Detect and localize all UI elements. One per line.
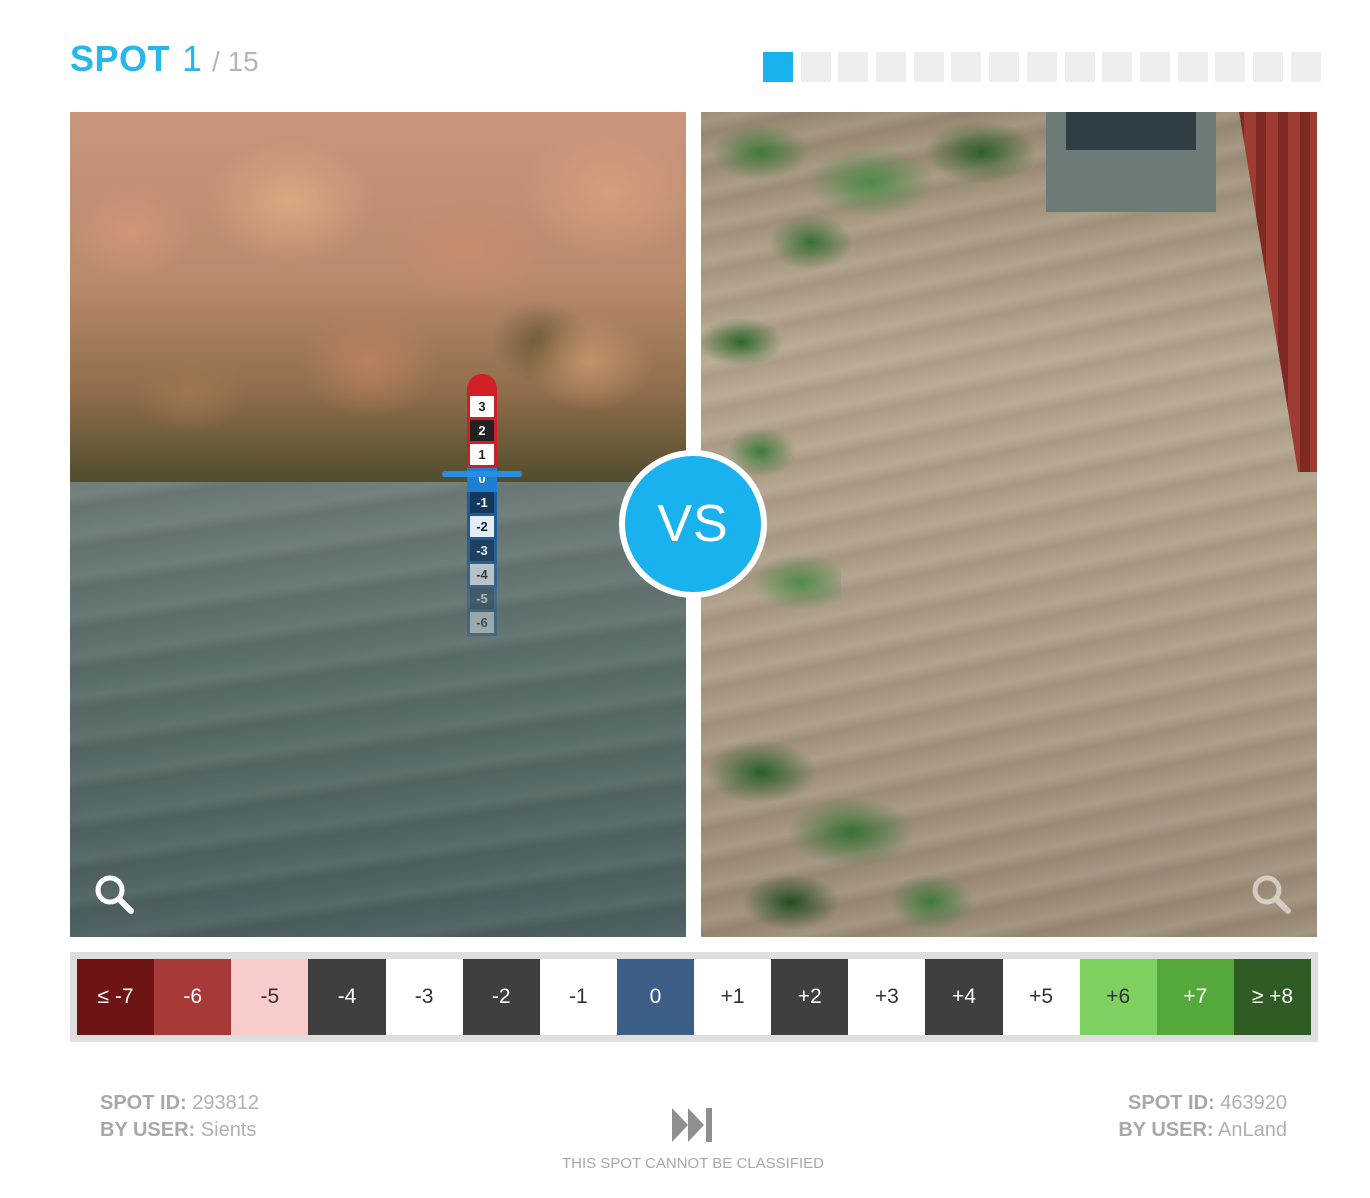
spot-id-label: SPOT ID: <box>100 1092 187 1114</box>
scale-button[interactable]: +3 <box>848 959 926 1035</box>
spot-id-value: 293812 <box>192 1092 259 1114</box>
gauge-cap <box>467 374 497 396</box>
progress-segment <box>1102 52 1133 82</box>
progress-segment <box>913 52 944 82</box>
autumn-trees <box>70 112 686 487</box>
by-user-label: BY USER: <box>100 1119 196 1141</box>
scale-button[interactable]: -5 <box>231 959 309 1035</box>
gauge-mark: 2 <box>467 420 497 444</box>
scale-button[interactable]: -3 <box>385 959 463 1035</box>
user-name: AnLand <box>1218 1119 1287 1141</box>
scale-button[interactable]: +6 <box>1079 959 1157 1035</box>
progress-segment <box>1290 52 1321 82</box>
spot-label: SPOT <box>70 38 171 79</box>
magnifier-icon[interactable] <box>1249 872 1293 916</box>
scale-button[interactable]: +2 <box>771 959 849 1035</box>
left-spot-photo[interactable]: 3 2 1 0 -1 -2 -3 -4 -5 -6 <box>70 112 686 937</box>
user-name: Sients <box>200 1119 257 1141</box>
water-level-gauge: 3 2 1 0 -1 -2 -3 -4 -5 -6 <box>442 374 522 636</box>
fast-forward-icon[interactable] <box>670 1106 716 1144</box>
foliage-top <box>701 112 1061 282</box>
left-spot-meta: SPOT ID: 293812 BY USER: Sients <box>100 1090 259 1144</box>
scale-button[interactable]: -2 <box>462 959 540 1035</box>
gauge-mark: -3 <box>467 540 497 564</box>
vs-badge: VS <box>619 450 767 598</box>
gauge-mark: -4 <box>467 564 497 588</box>
gauge-mark: 1 <box>467 444 497 468</box>
gauge-mark: 3 <box>467 396 497 420</box>
progress-segment <box>838 52 869 82</box>
gauge-waterline <box>442 471 522 477</box>
progress-segment <box>951 52 982 82</box>
scale-button[interactable]: -1 <box>539 959 617 1035</box>
scale-button[interactable]: -4 <box>308 959 386 1035</box>
progress-segment <box>876 52 907 82</box>
progress-segment <box>1252 52 1283 82</box>
progress-segment <box>1139 52 1170 82</box>
gauge-mark: -1 <box>467 492 497 516</box>
gauge-mark: -2 <box>467 516 497 540</box>
right-spot-meta: SPOT ID: 463920 BY USER: AnLand <box>1118 1090 1287 1144</box>
cannot-classify-label[interactable]: THIS SPOT CANNOT BE CLASSIFIED <box>493 1155 893 1172</box>
scale-button[interactable]: +4 <box>925 959 1003 1035</box>
scale-button[interactable]: ≤ -7 <box>77 959 155 1035</box>
spot-total-count: / 15 <box>212 46 259 77</box>
foliage-bottom <box>701 712 981 937</box>
spot-id-label: SPOT ID: <box>1128 1092 1215 1114</box>
scale-button[interactable]: +7 <box>1156 959 1234 1035</box>
right-spot-photo[interactable] <box>701 112 1317 937</box>
magnifier-icon[interactable] <box>92 872 136 916</box>
scale-button[interactable]: +5 <box>1002 959 1080 1035</box>
scale-button[interactable]: ≥ +8 <box>1233 959 1311 1035</box>
gauge-mark: -6 <box>467 612 497 636</box>
river-water <box>70 482 686 937</box>
progress-indicator <box>763 52 1321 82</box>
progress-segment <box>763 52 793 82</box>
progress-segment <box>1215 52 1246 82</box>
progress-segment <box>1177 52 1208 82</box>
by-user-label: BY USER: <box>1118 1119 1214 1141</box>
scale-button[interactable]: 0 <box>616 959 694 1035</box>
spot-id-value: 463920 <box>1220 1092 1287 1114</box>
spot-header: SPOT 1 / 15 <box>70 38 259 80</box>
progress-segment <box>1064 52 1095 82</box>
gauge-mark: -5 <box>467 588 497 612</box>
building <box>1046 112 1216 212</box>
scale-button[interactable]: +1 <box>694 959 772 1035</box>
progress-segment <box>1026 52 1057 82</box>
progress-segment <box>800 52 831 82</box>
classification-scale: ≤ -7 -6 -5 -4 -3 -2 -1 0 +1 +2 +3 +4 +5 +6 +7 ≥ +8 <box>70 952 1318 1042</box>
scale-button[interactable]: -6 <box>154 959 232 1035</box>
progress-segment <box>989 52 1020 82</box>
spot-current-number: 1 <box>182 38 203 79</box>
